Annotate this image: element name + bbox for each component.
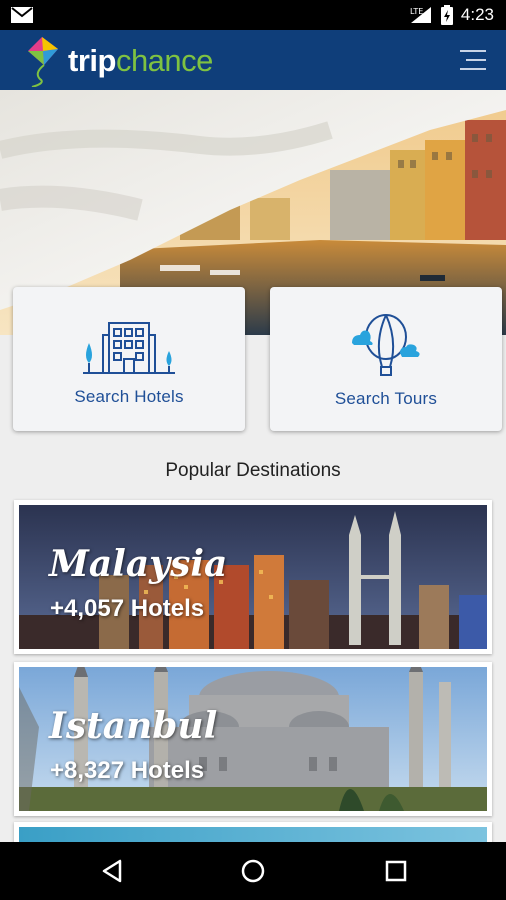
recents-icon[interactable] <box>381 856 411 886</box>
search-hotels-card[interactable]: Search Hotels <box>13 287 245 431</box>
logo-trip: trip <box>68 43 116 78</box>
app-logo[interactable]: tripchance <box>24 36 244 87</box>
status-bar: LTE 4:23 <box>0 0 506 30</box>
hamburger-menu-icon[interactable] <box>458 48 488 72</box>
network-label: LTE <box>410 7 423 16</box>
destination-hotel-count: +8,327 Hotels <box>50 757 205 784</box>
destination-card-istanbul[interactable]: Istanbul +8,327 Hotels <box>14 662 492 816</box>
gmail-icon <box>11 7 33 23</box>
hotel-building-icon <box>83 322 175 374</box>
destination-hotel-count: +4,057 Hotels <box>50 595 205 622</box>
search-hotels-label: Search Hotels <box>74 387 184 406</box>
destination-name: Malaysia <box>49 543 228 585</box>
popular-destinations-title: Popular Destinations <box>165 460 341 481</box>
logo-wordmark: tripchance <box>68 43 213 79</box>
destination-name: Istanbul <box>49 705 218 747</box>
clock: 4:23 <box>460 5 494 24</box>
back-icon[interactable] <box>98 856 128 886</box>
battery-icon <box>440 5 453 25</box>
destination-card-malaysia[interactable]: Malaysia +4,057 Hotels <box>14 500 492 654</box>
destination-image-malaysia: Malaysia +4,057 Hotels <box>19 505 487 649</box>
app-bar: tripchance <box>0 30 506 90</box>
destination-image-istanbul: Istanbul +8,327 Hotels <box>19 667 487 811</box>
logo-chance: chance <box>115 43 213 78</box>
kite-icon <box>28 37 58 87</box>
home-icon[interactable] <box>238 856 268 886</box>
search-tours-card[interactable]: Search Tours <box>270 287 502 431</box>
search-tours-label: Search Tours <box>334 389 438 408</box>
signal-icon: LTE <box>410 7 431 23</box>
system-nav-bar <box>0 842 506 900</box>
hot-air-balloon-icon <box>352 314 420 376</box>
